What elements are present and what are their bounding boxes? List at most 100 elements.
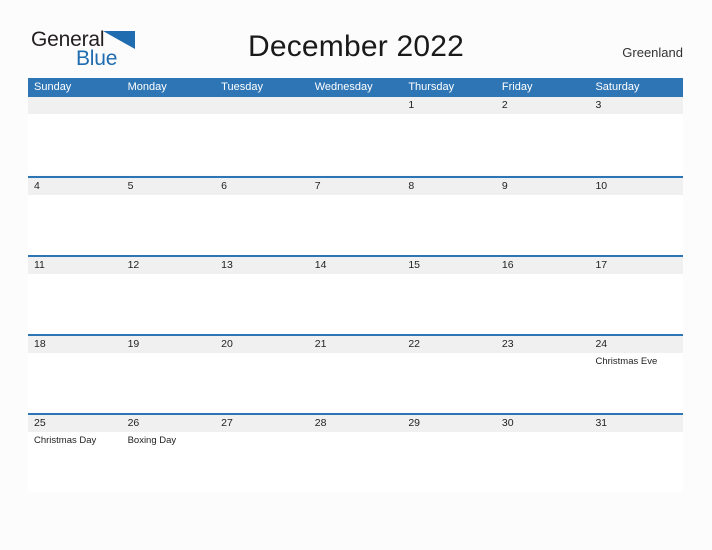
calendar-day-number[interactable]: 12	[122, 257, 216, 274]
calendar-day-number[interactable]: 1	[402, 97, 496, 114]
calendar-day-events	[122, 353, 216, 413]
calendar-day-events	[402, 114, 496, 174]
calendar-day-number[interactable]: 31	[589, 415, 683, 432]
calendar-day-number[interactable]: 2	[496, 97, 590, 114]
weekday-header-tuesday: Tuesday	[221, 81, 263, 93]
calendar-day-events	[215, 274, 309, 334]
calendar-day-number[interactable]: 20	[215, 336, 309, 353]
week-event-band: Christmas Eve	[28, 353, 683, 413]
calendar-day-number[interactable]: 28	[309, 415, 403, 432]
page-title: December 2022	[247, 30, 465, 63]
weekday-header-saturday: Saturday	[595, 81, 640, 93]
calendar-day-events	[496, 195, 590, 255]
weekday-header-row: Sunday Monday Tuesday Wednesday Thursday…	[28, 78, 683, 97]
calendar-day-events	[589, 274, 683, 334]
calendar-day-empty	[122, 97, 216, 114]
calendar-day-events	[28, 195, 122, 255]
calendar-day-events	[28, 114, 122, 174]
calendar-day-empty	[28, 97, 122, 114]
weekday-header-thursday: Thursday	[408, 81, 455, 93]
calendar-day-number[interactable]: 10	[589, 178, 683, 195]
calendar-day-number[interactable]: 19	[122, 336, 216, 353]
calendar-day-events: Boxing Day	[122, 432, 216, 492]
calendar-day-events: Christmas Eve	[589, 353, 683, 413]
calendar-day-events	[215, 114, 309, 174]
calendar-day-events	[496, 274, 590, 334]
calendar-day-events	[28, 353, 122, 413]
calendar-day-number[interactable]: 14	[309, 257, 403, 274]
calendar-week-row: 123	[28, 97, 683, 176]
week-date-band: 4 5 6 7 8 9 10	[28, 178, 683, 195]
calendar-day-number[interactable]: 26	[122, 415, 216, 432]
calendar-day-events	[215, 432, 309, 492]
calendar-day-number[interactable]: 4	[28, 178, 122, 195]
calendar-day-number[interactable]: 18	[28, 336, 122, 353]
calendar-day-events	[402, 274, 496, 334]
calendar-weeks: 1 2 3 4 5 6 7 8 9 10 11 12 13 14 15 16 17 18 19 20 21 22 23 24 C…	[28, 97, 683, 492]
calendar-day-number[interactable]: 30	[496, 415, 590, 432]
calendar-holiday-label: Christmas Day	[34, 435, 97, 446]
calendar-day-events: Christmas Day	[28, 432, 122, 492]
week-event-band	[28, 274, 683, 334]
weekday-header-monday: Monday	[127, 81, 167, 93]
calendar-day-events	[496, 432, 590, 492]
calendar-day-number[interactable]: 22	[402, 336, 496, 353]
calendar-day-number[interactable]: 29	[402, 415, 496, 432]
calendar-week-row: 4 5 6 7 8 9 10	[28, 176, 683, 255]
calendar-day-events	[215, 195, 309, 255]
calendar-day-number[interactable]: 8	[402, 178, 496, 195]
calendar-day-number[interactable]: 16	[496, 257, 590, 274]
week-date-band: 123	[28, 97, 683, 114]
calendar-day-events	[496, 353, 590, 413]
calendar-day-events	[589, 432, 683, 492]
week-date-band: 25 26 27 28 29 30 31	[28, 415, 683, 432]
calendar-day-events	[122, 114, 216, 174]
calendar-day-number[interactable]: 3	[589, 97, 683, 114]
calendar-week-row: 25 26 27 28 29 30 31 Christmas Day Boxing Day	[28, 413, 683, 492]
calendar-week-row: 11 12 13 14 15 16 17	[28, 255, 683, 334]
calendar-day-events	[309, 195, 403, 255]
calendar-day-events	[402, 432, 496, 492]
calendar-day-events	[309, 274, 403, 334]
calendar-day-empty	[309, 97, 403, 114]
weekday-header-friday: Friday	[501, 81, 533, 93]
calendar-day-events	[402, 195, 496, 255]
calendar-day-events	[309, 114, 403, 174]
week-event-band: Christmas Day Boxing Day	[28, 432, 683, 492]
calendar-day-number[interactable]: 15	[402, 257, 496, 274]
calendar-day-events	[309, 432, 403, 492]
calendar-day-number[interactable]: 5	[122, 178, 216, 195]
calendar-grid: Sunday Monday Tuesday Wednesday Thursday…	[28, 78, 683, 492]
calendar-day-number[interactable]: 7	[309, 178, 403, 195]
calendar-day-empty	[215, 97, 309, 114]
calendar-day-events	[402, 353, 496, 413]
locale-label: Greenland	[622, 45, 683, 60]
weekday-header-sunday: Sunday	[34, 81, 72, 93]
calendar-day-events	[122, 274, 216, 334]
calendar-day-events	[589, 195, 683, 255]
calendar-day-events	[122, 195, 216, 255]
calendar-day-events	[28, 274, 122, 334]
calendar-day-number[interactable]: 25	[28, 415, 122, 432]
calendar-day-number[interactable]: 17	[589, 257, 683, 274]
calendar-day-number[interactable]: 13	[215, 257, 309, 274]
calendar-day-number[interactable]: 23	[496, 336, 590, 353]
page-header: General Blue December 2022 Greenland	[0, 0, 712, 76]
calendar-day-number[interactable]: 24	[589, 336, 683, 353]
calendar-day-number[interactable]: 6	[215, 178, 309, 195]
calendar-day-events	[496, 114, 590, 174]
calendar-holiday-label: Christmas Eve	[595, 356, 658, 367]
calendar-day-events	[589, 114, 683, 174]
week-event-band	[28, 114, 683, 174]
calendar-week-row: 18 19 20 21 22 23 24 Christmas Eve	[28, 334, 683, 413]
week-date-band: 11 12 13 14 15 16 17	[28, 257, 683, 274]
week-event-band	[28, 195, 683, 255]
calendar-day-number[interactable]: 9	[496, 178, 590, 195]
weekday-header-wednesday: Wednesday	[314, 81, 373, 93]
calendar-day-number[interactable]: 11	[28, 257, 122, 274]
calendar-day-events	[309, 353, 403, 413]
calendar-day-number[interactable]: 27	[215, 415, 309, 432]
calendar-day-number[interactable]: 21	[309, 336, 403, 353]
calendar-day-events	[215, 353, 309, 413]
week-date-band: 18 19 20 21 22 23 24	[28, 336, 683, 353]
